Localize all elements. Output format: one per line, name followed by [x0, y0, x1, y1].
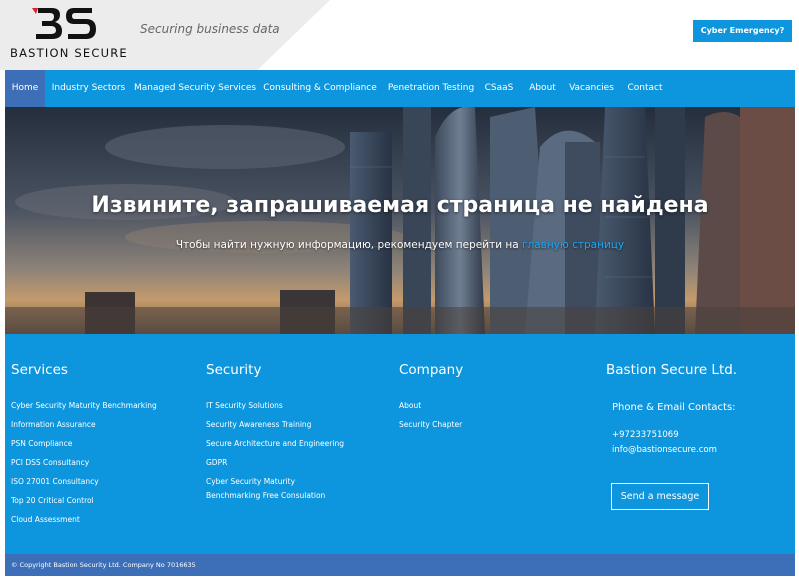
footer-link[interactable]: Security Awareness Training — [206, 419, 344, 438]
tagline: Securing business data — [140, 22, 280, 36]
footer-link[interactable]: ISO 27001 Consultancy — [11, 476, 157, 495]
nav-item-managed-security-services[interactable]: Managed Security Services — [134, 70, 256, 107]
site-logo[interactable]: BASTION SECURE — [10, 4, 127, 62]
footer-link[interactable]: IT Security Solutions — [206, 400, 344, 419]
footer-link[interactable]: Benchmarking Free Consulation — [206, 490, 344, 509]
footer-link[interactable]: PSN Compliance — [11, 438, 157, 457]
hero-banner: Извините, запрашиваемая страница не найд… — [5, 107, 795, 334]
services-title: Services — [11, 362, 68, 378]
nav-item-vacancies[interactable]: Vacancies — [567, 70, 616, 107]
contact-title: Bastion Secure Ltd. — [606, 362, 738, 378]
contact-email[interactable]: info@bastionsecure.com — [612, 445, 717, 455]
security-title: Security — [206, 362, 262, 378]
company-links: About Security Chapter — [399, 400, 462, 438]
site-header: BASTION SECURE Securing business data Cy… — [0, 0, 799, 70]
error-subtitle: Чтобы найти нужную информацию, рекоменду… — [5, 239, 795, 251]
footer-link[interactable]: Cyber Security Maturity — [206, 476, 344, 490]
security-links: IT Security Solutions Security Awareness… — [206, 400, 344, 509]
footer-link[interactable]: Secure Architecture and Engineering — [206, 438, 344, 457]
nav-item-consulting-compliance[interactable]: Consulting & Compliance — [263, 70, 377, 107]
nav-item-penetration-testing[interactable]: Penetration Testing — [385, 70, 477, 107]
logo-text: BASTION SECURE — [10, 46, 128, 60]
main-nav: Home Industry Sectors Managed Security S… — [5, 70, 795, 107]
footer-link[interactable]: Security Chapter — [399, 419, 462, 438]
footer-link[interactable]: Information Assurance — [11, 419, 157, 438]
nav-item-csaas[interactable]: CSaaS — [483, 70, 515, 107]
footer-link[interactable]: About — [399, 400, 462, 419]
home-page-link[interactable]: главную страницу — [522, 239, 624, 251]
subtitle-text: Чтобы найти нужную информацию, рекоменду… — [175, 239, 522, 251]
footer-link[interactable]: Top 20 Critical Control — [11, 495, 157, 514]
footer-link[interactable]: Cyber Security Maturity Benchmarking — [11, 400, 157, 419]
footer-link[interactable]: PCI DSS Consultancy — [11, 457, 157, 476]
bs-logo-icon — [32, 8, 96, 39]
send-message-button[interactable]: Send a message — [611, 483, 709, 510]
cyber-emergency-button[interactable]: Cyber Emergency? — [693, 20, 792, 42]
contact-heading: Phone & Email Contacts: — [612, 402, 736, 413]
company-title: Company — [399, 362, 464, 378]
footer-link[interactable]: Cloud Assessment — [11, 514, 157, 533]
nav-item-industry-sectors[interactable]: Industry Sectors — [50, 70, 127, 107]
city-skyline-image — [5, 107, 795, 334]
nav-item-home[interactable]: Home — [5, 70, 45, 107]
site-footer: Services Cyber Security Maturity Benchma… — [5, 334, 795, 554]
nav-item-about[interactable]: About — [524, 70, 561, 107]
services-links: Cyber Security Maturity Benchmarking Inf… — [11, 400, 157, 533]
footer-link[interactable]: GDPR — [206, 457, 344, 476]
error-title: Извините, запрашиваемая страница не найд… — [91, 193, 709, 218]
copyright-bar: © Copyright Bastion Security Ltd. Compan… — [5, 554, 795, 576]
copyright-text: © Copyright Bastion Security Ltd. Compan… — [11, 561, 196, 569]
nav-item-contact[interactable]: Contact — [624, 70, 666, 107]
contact-phone[interactable]: +97233751069 — [612, 430, 679, 440]
